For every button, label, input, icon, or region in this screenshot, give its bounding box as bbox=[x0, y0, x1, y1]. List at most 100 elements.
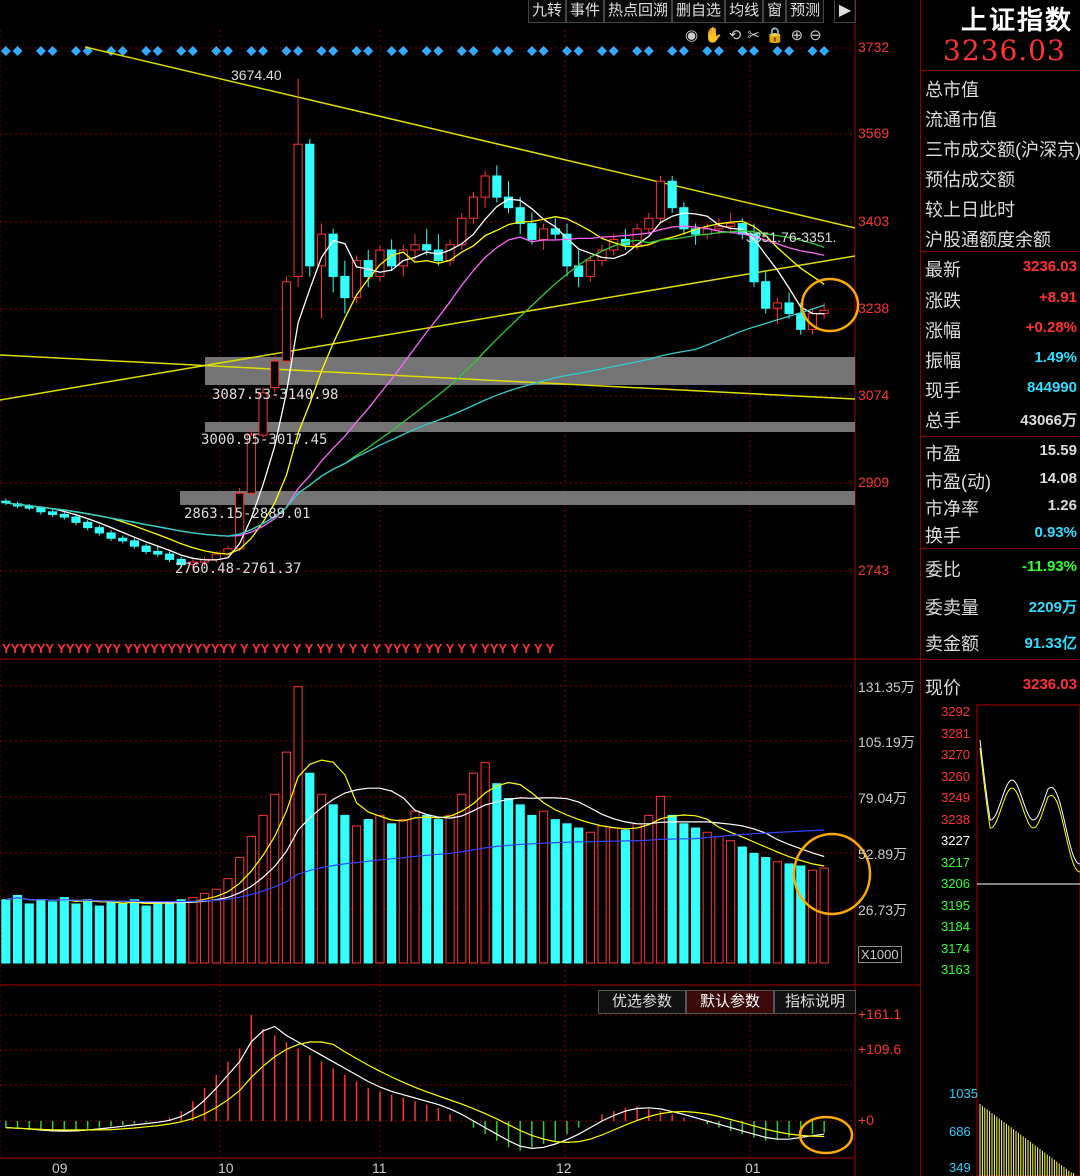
volume-bar bbox=[737, 846, 747, 964]
candle[interactable] bbox=[1, 498, 11, 505]
volume-bar bbox=[457, 793, 467, 964]
candle[interactable] bbox=[562, 223, 572, 277]
price-tick: 3569 bbox=[858, 125, 890, 141]
candle[interactable] bbox=[94, 524, 104, 536]
intraday-tick: 3217 bbox=[941, 854, 970, 870]
toolbar-junxian-button[interactable]: 均线 bbox=[725, 0, 764, 23]
toolbar-shijian-button[interactable]: 事件 bbox=[566, 0, 605, 23]
volume-bar bbox=[199, 892, 210, 964]
candle[interactable] bbox=[761, 271, 771, 314]
volume-tick: 131.35万 bbox=[858, 679, 915, 695]
default-params-button[interactable]: 默认参数 bbox=[686, 990, 774, 1014]
high-label: 3674.40 bbox=[231, 67, 282, 83]
intraday-volume-tick: 1035 bbox=[949, 1086, 978, 1101]
quote-stat-value: 1.26 bbox=[1047, 497, 1077, 514]
volume-bar bbox=[129, 899, 140, 964]
candle[interactable] bbox=[106, 530, 116, 541]
candle[interactable] bbox=[655, 175, 666, 224]
candle[interactable] bbox=[445, 239, 455, 266]
box-label-1: 3351.76-3351. bbox=[746, 229, 837, 245]
quote-stat-label: 市盈(动) bbox=[925, 472, 991, 492]
intraday-tick: 3184 bbox=[941, 919, 970, 934]
quote-stat-label: 卖金额 bbox=[925, 634, 979, 654]
chart-tools-icons[interactable]: ◉✋⟲✂🔒⊕⊖ bbox=[685, 26, 828, 44]
quote-stat-value: 3236.03 bbox=[1022, 258, 1077, 275]
candle[interactable] bbox=[597, 244, 607, 266]
toolbar-jiuzhuan-button[interactable]: 九转 bbox=[528, 0, 567, 23]
gap-label-4: 2760.48-2761.37 bbox=[175, 561, 302, 577]
quote-stat-value: 91.33亿 bbox=[1024, 635, 1077, 652]
candle[interactable] bbox=[679, 202, 689, 235]
candle[interactable] bbox=[305, 138, 315, 277]
candle[interactable] bbox=[468, 191, 479, 224]
volume-bar bbox=[807, 869, 818, 964]
volume-tick: 105.19万 bbox=[858, 734, 915, 750]
candle[interactable] bbox=[340, 260, 350, 314]
volume-bar bbox=[550, 819, 560, 964]
candle[interactable] bbox=[644, 212, 654, 235]
candle[interactable] bbox=[316, 223, 327, 319]
quote-stat-label: 总手 bbox=[925, 411, 961, 431]
market-stat-label: 沪股通额度余额 bbox=[925, 230, 1051, 250]
candle[interactable] bbox=[48, 509, 58, 518]
intraday-tick: 3249 bbox=[941, 790, 970, 805]
toolbar-redian-button[interactable]: 热点回溯 bbox=[604, 0, 673, 23]
toolbar-yuce-button[interactable]: 预测 bbox=[786, 0, 825, 23]
month-label: 10 bbox=[218, 1160, 234, 1176]
quote-stat-label: 委比 bbox=[925, 560, 961, 580]
candle[interactable] bbox=[574, 250, 584, 288]
candle[interactable] bbox=[293, 78, 303, 288]
quote-stat-value: +8.91 bbox=[1039, 289, 1077, 306]
volume-bar bbox=[761, 857, 771, 964]
volume-bar bbox=[48, 901, 58, 964]
toolbar-chuang-button[interactable]: 窗 bbox=[763, 0, 787, 23]
volume-bar bbox=[106, 901, 116, 964]
stock-chart[interactable]: YYYYYY YYYY YYY YYYYYYYYYYYYY Y YY YY Y … bbox=[0, 0, 1080, 1176]
candle[interactable] bbox=[141, 543, 151, 555]
volume-bar bbox=[164, 901, 175, 964]
candle[interactable] bbox=[433, 234, 443, 266]
candle[interactable] bbox=[118, 535, 128, 544]
quote-stat-label: 最新 bbox=[925, 260, 961, 280]
quote-stat-value: 15.59 bbox=[1039, 442, 1077, 459]
volume-bar bbox=[12, 895, 23, 964]
price-tick: 3403 bbox=[858, 213, 890, 229]
volume-bar bbox=[784, 863, 794, 964]
candle[interactable] bbox=[492, 165, 502, 203]
chart-toolbar: 九转 事件 热点回溯 删自选 均线窗预测 bbox=[528, 0, 825, 23]
expand-icon[interactable]: ▶ bbox=[834, 0, 856, 23]
toolbar-shanzixuan-button[interactable]: 删自选 bbox=[672, 0, 726, 23]
volume-bar bbox=[1, 899, 11, 964]
candle[interactable] bbox=[281, 276, 291, 367]
volume-bar bbox=[293, 686, 303, 964]
candle[interactable] bbox=[164, 551, 175, 563]
candle[interactable] bbox=[480, 170, 490, 208]
volume-bar bbox=[796, 865, 806, 964]
volume-bar bbox=[71, 903, 81, 964]
volume-bar bbox=[305, 772, 315, 964]
quote-stat-value: 43066万 bbox=[1020, 412, 1077, 429]
candle[interactable] bbox=[328, 228, 338, 293]
intraday-tick: 3227 bbox=[941, 833, 970, 848]
volume-bar bbox=[176, 899, 186, 964]
candle[interactable] bbox=[422, 228, 432, 256]
candle[interactable] bbox=[129, 538, 140, 549]
volume-bar bbox=[644, 814, 654, 964]
volume-bar bbox=[492, 783, 502, 964]
market-stat-label: 流通市值 bbox=[925, 110, 997, 130]
candle[interactable] bbox=[539, 223, 549, 251]
volume-bar bbox=[24, 903, 34, 964]
index-name: 上证指数 bbox=[961, 6, 1074, 36]
candle[interactable] bbox=[667, 175, 677, 213]
volume-bar bbox=[316, 793, 327, 964]
intraday-label: 现价 bbox=[925, 678, 961, 698]
volume-bar bbox=[387, 823, 397, 964]
candle[interactable] bbox=[83, 519, 93, 531]
market-stat-label: 三市成交额(沪深京) bbox=[925, 140, 1080, 160]
market-stat-label: 预估成交额 bbox=[925, 170, 1015, 190]
candle[interactable] bbox=[503, 181, 514, 213]
optimized-params-button[interactable]: 优选参数 bbox=[598, 990, 686, 1014]
volume-unit: X1000 bbox=[858, 946, 902, 963]
indicator-help-button[interactable]: 指标说明 bbox=[774, 990, 856, 1014]
volume-bar bbox=[351, 825, 362, 964]
